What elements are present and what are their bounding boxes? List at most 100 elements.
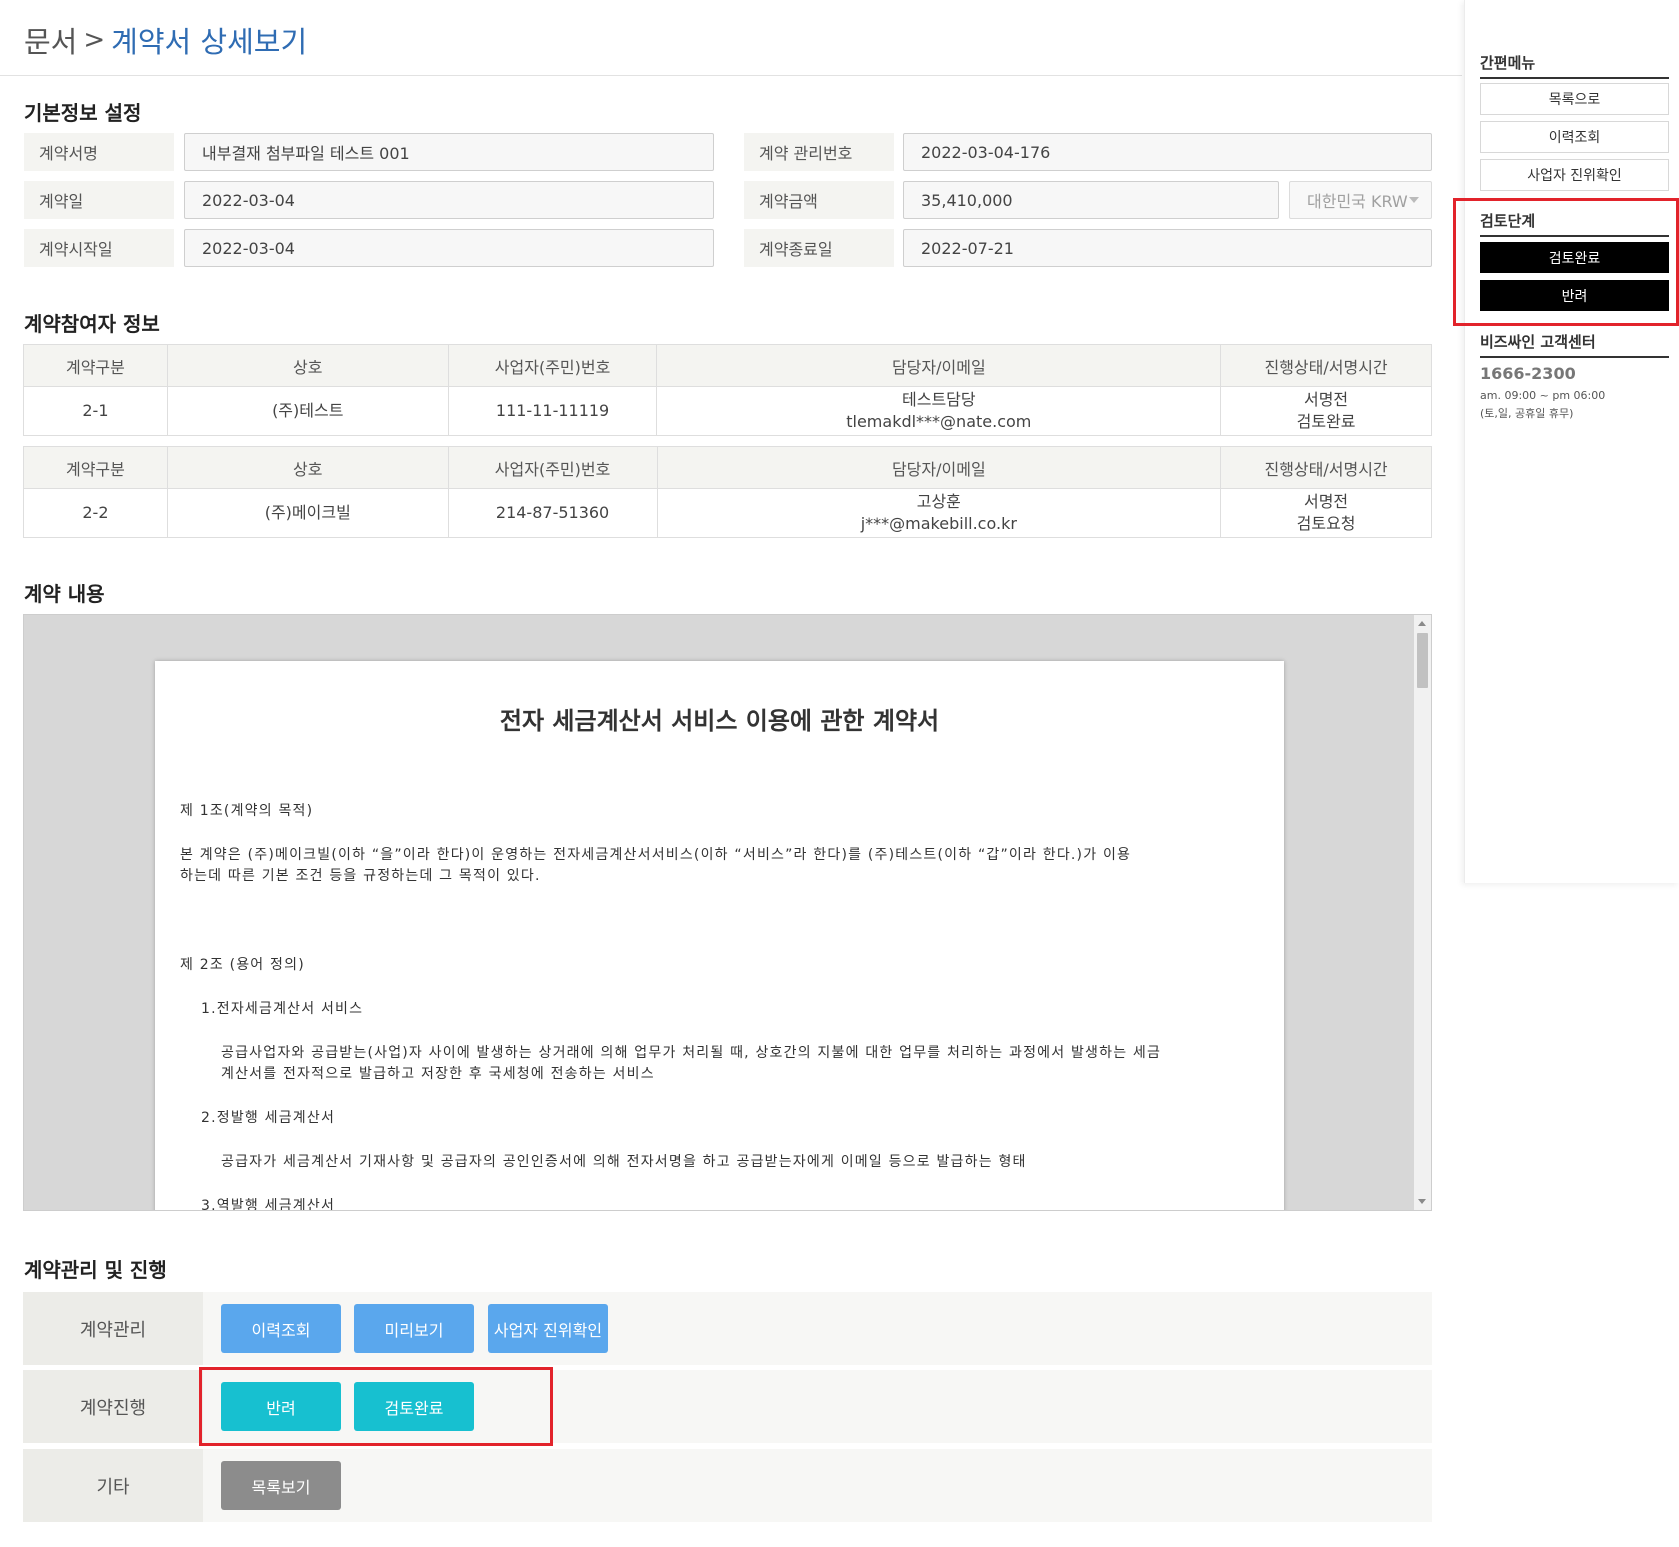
document-line: 하는데 따른 기본 조건 등을 규정하는데 그 목적이 있다. (180, 868, 541, 884)
preview-button[interactable]: 미리보기 (354, 1304, 474, 1353)
sidebar-reject-button[interactable]: 반려 (1480, 280, 1669, 311)
sidebar-review-complete-button[interactable]: 검토완료 (1480, 242, 1669, 273)
table-row: 2-2 (주)메이크빌 214-87-51360 고상훈 j***@makebi… (23, 488, 1432, 538)
document-line: 제 2조 (용어 정의) (180, 957, 305, 973)
document-line: 제 1조(계약의 목적) (180, 803, 314, 819)
participant-email: tlemakdl***@nate.com (846, 412, 1032, 431)
document-line: 계산서를 전자적으로 발급하고 저장한 후 국세청에 전송하는 서비스 (221, 1066, 655, 1082)
basic-info-title: 기본정보 설정 (24, 101, 142, 125)
reject-button[interactable]: 반려 (221, 1382, 341, 1431)
column-header: 사업자(주민)번호 (447, 344, 658, 387)
participant-table-1: 계약구분 상호 사업자(주민)번호 담당자/이메일 진행상태/서명시간 2-1 … (23, 344, 1432, 436)
table-header-row: 계약구분 상호 사업자(주민)번호 담당자/이메일 진행상태/서명시간 (23, 446, 1432, 489)
scroll-down-arrow-icon[interactable] (1418, 1199, 1426, 1204)
start-date-label: 계약시작일 (24, 229, 174, 267)
quick-menu-title: 간편메뉴 (1480, 52, 1669, 79)
participant-status-cell: 서명전 검토완료 (1220, 386, 1432, 436)
management-row-etc: 기타 목록보기 (23, 1449, 1432, 1522)
column-header: 상호 (166, 446, 449, 489)
contract-document-viewer[interactable]: 전자 세금계산서 서비스 이용에 관한 계약서 제 1조(계약의 목적) 본 계… (23, 614, 1432, 1211)
contract-name-label: 계약서명 (24, 133, 174, 171)
management-row-progress: 계약진행 반려 검토완료 (23, 1370, 1432, 1443)
management-row-manage: 계약관리 이력조회 미리보기 사업자 진위확인 (23, 1292, 1432, 1365)
participant-type: 2-2 (23, 488, 168, 538)
scroll-up-arrow-icon[interactable] (1418, 621, 1426, 626)
start-date-field[interactable]: 2022-03-04 (184, 229, 714, 267)
column-header: 상호 (166, 344, 449, 387)
contract-date-label: 계약일 (24, 181, 174, 219)
amount-label: 계약금액 (744, 181, 894, 219)
sidebar-item-list[interactable]: 목록으로 (1480, 83, 1669, 115)
list-view-button[interactable]: 목록보기 (221, 1461, 341, 1510)
column-header: 사업자(주민)번호 (447, 446, 658, 489)
column-header: 진행상태/서명시간 (1220, 344, 1432, 387)
participant-biz-no: 214-87-51360 (447, 488, 658, 538)
header-divider (0, 75, 1462, 76)
chevron-down-icon (1409, 197, 1419, 203)
business-verify-button[interactable]: 사업자 진위확인 (488, 1304, 608, 1353)
participant-contact: 고상훈 j***@makebill.co.kr (656, 488, 1222, 538)
management-no-label: 계약 관리번호 (744, 133, 894, 171)
sidebar-item-history[interactable]: 이력조회 (1480, 121, 1669, 153)
participant-email: j***@makebill.co.kr (860, 514, 1017, 533)
column-header: 계약구분 (23, 446, 168, 489)
breadcrumb-separator: > (83, 25, 106, 55)
document-page: 전자 세금계산서 서비스 이용에 관한 계약서 제 1조(계약의 목적) 본 계… (155, 661, 1284, 1211)
currency-select[interactable]: 대한민국 KRW (1289, 181, 1432, 219)
end-date-label: 계약종료일 (744, 229, 894, 267)
participant-manager: 테스트담당 (902, 390, 976, 409)
scroll-thumb[interactable] (1417, 633, 1428, 688)
document-line: 공급사업자와 공급받는(사업)자 사이에 발생하는 상거래에 의해 업무가 처리… (221, 1045, 1162, 1061)
history-button[interactable]: 이력조회 (221, 1304, 341, 1353)
customer-center-closed: (토,일, 공휴일 휴무) (1480, 407, 1574, 420)
participant-status: 서명전 (1303, 492, 1349, 511)
form-row-2: 계약일 2022-03-04 계약금액 35,410,000 대한민국 KRW (24, 181, 1432, 219)
review-complete-button[interactable]: 검토완료 (354, 1382, 474, 1431)
participant-contact: 테스트담당 tlemakdl***@nate.com (656, 386, 1222, 436)
customer-center-hours: am. 09:00 ~ pm 06:00 (1480, 389, 1606, 402)
column-header: 담당자/이메일 (656, 344, 1222, 387)
end-date-field[interactable]: 2022-07-21 (903, 229, 1432, 267)
manage-row-label: 계약관리 (23, 1292, 203, 1365)
progress-row-label: 계약진행 (23, 1370, 203, 1443)
contract-content-title: 계약 내용 (24, 582, 105, 606)
page-title: 계약서 상세보기 (111, 25, 308, 59)
breadcrumb-root[interactable]: 문서 (24, 19, 77, 61)
document-line: 1.전자세금계산서 서비스 (201, 1001, 364, 1017)
document-line: 공급자가 세금계산서 기재사항 및 공급자의 공인인증서에 의해 전자서명을 하… (221, 1154, 1027, 1170)
contract-name-field[interactable]: 내부결재 첨부파일 테스트 001 (184, 133, 714, 171)
document-line: 2.정발행 세금계산서 (201, 1110, 336, 1126)
contract-date-field[interactable]: 2022-03-04 (184, 181, 714, 219)
form-row-1: 계약서명 내부결재 첨부파일 테스트 001 계약 관리번호 2022-03-0… (24, 133, 1432, 171)
participant-type: 2-1 (23, 386, 168, 436)
customer-center-title: 비즈싸인 고객센터 (1480, 331, 1669, 358)
column-header: 담당자/이메일 (656, 446, 1222, 489)
participant-review: 검토완료 (1296, 412, 1356, 431)
review-stage-title: 검토단계 (1480, 210, 1669, 237)
participant-status-cell: 서명전 검토요청 (1220, 488, 1432, 538)
table-header-row: 계약구분 상호 사업자(주민)번호 담당자/이메일 진행상태/서명시간 (23, 344, 1432, 387)
quick-sidebar: 간편메뉴 목록으로 이력조회 사업자 진위확인 검토단계 검토완료 반려 비즈싸… (1464, 0, 1679, 883)
column-header: 진행상태/서명시간 (1220, 446, 1432, 489)
participant-company: (주)테스트 (166, 386, 449, 436)
sidebar-item-business-verify[interactable]: 사업자 진위확인 (1480, 159, 1669, 191)
column-header: 계약구분 (23, 344, 168, 387)
document-line: 3.역발행 세금계산서 (201, 1198, 336, 1211)
amount-field[interactable]: 35,410,000 (903, 181, 1279, 219)
customer-center-phone: 1666-2300 (1480, 364, 1576, 383)
table-row: 2-1 (주)테스트 111-11-11119 테스트담당 tlemakdl**… (23, 386, 1432, 436)
participant-company: (주)메이크빌 (166, 488, 449, 538)
participant-review: 검토요청 (1296, 514, 1356, 533)
participant-table-2: 계약구분 상호 사업자(주민)번호 담당자/이메일 진행상태/서명시간 2-2 … (23, 446, 1432, 538)
etc-row-label: 기타 (23, 1449, 203, 1522)
participant-status: 서명전 (1303, 390, 1349, 409)
participant-manager: 고상훈 (916, 492, 961, 511)
viewer-scrollbar[interactable] (1414, 615, 1431, 1210)
participant-biz-no: 111-11-11119 (447, 386, 658, 436)
breadcrumb: 문서 > 계약서 상세보기 (24, 18, 307, 62)
currency-select-value: 대한민국 KRW (1307, 192, 1408, 211)
participants-title: 계약참여자 정보 (24, 312, 160, 336)
form-row-3: 계약시작일 2022-03-04 계약종료일 2022-07-21 (24, 229, 1432, 267)
management-no-field[interactable]: 2022-03-04-176 (903, 133, 1432, 171)
management-title: 계약관리 및 진행 (24, 1258, 167, 1282)
